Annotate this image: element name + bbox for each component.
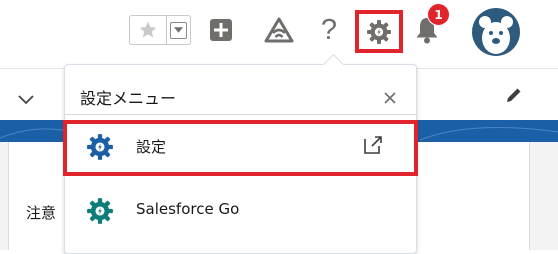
setup-gear-icon [87, 198, 113, 224]
favorites-button-group [129, 15, 191, 45]
notification-count-badge: 1 [427, 3, 450, 26]
favorites-button[interactable] [130, 16, 167, 44]
pencil-icon [507, 88, 521, 102]
question-mark-icon: ? [320, 13, 338, 46]
global-header: ? 1 [0, 0, 558, 68]
bear-avatar-icon [479, 16, 513, 54]
nav-menu-button[interactable] [18, 90, 34, 109]
menu-item-salesforce-go[interactable]: Salesforce Go [66, 188, 414, 234]
star-icon [139, 21, 157, 38]
user-avatar-button[interactable] [472, 8, 520, 56]
global-actions-button[interactable] [208, 17, 234, 43]
trailhead-button[interactable] [263, 15, 295, 45]
chevron-down-icon [174, 27, 183, 33]
menu-item-highlight-frame [63, 120, 418, 176]
chevron-down-icon [18, 95, 34, 105]
menu-close-button[interactable] [384, 89, 396, 108]
trailhead-icon [264, 17, 294, 43]
plus-square-icon [210, 19, 232, 41]
edit-nav-button[interactable] [505, 86, 523, 108]
close-icon [384, 92, 396, 104]
favorites-list-button[interactable] [167, 16, 190, 44]
help-button[interactable]: ? [317, 13, 341, 47]
setup-highlight-frame [355, 10, 403, 53]
menu-item-label: Salesforce Go [136, 200, 240, 218]
menu-divider [65, 114, 416, 115]
notice-label: 注意 [26, 204, 57, 222]
menu-title: 設定メニュー [80, 89, 177, 108]
